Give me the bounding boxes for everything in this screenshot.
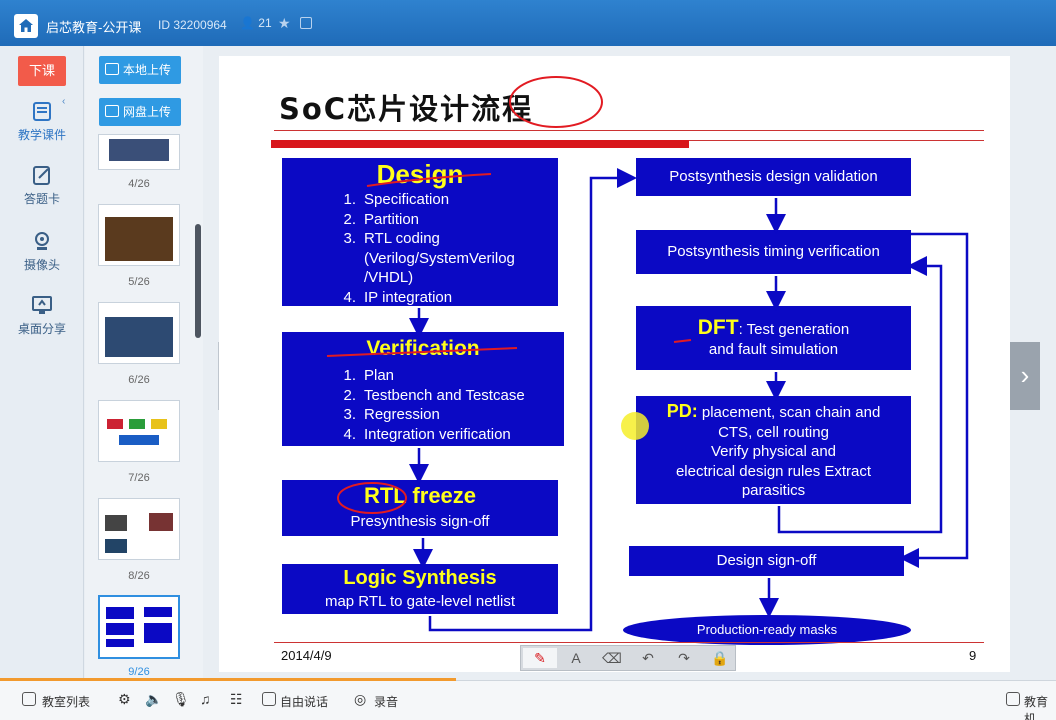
free-talk-button[interactable]: 自由说话	[280, 693, 328, 710]
settings-icon[interactable]: ⚙	[118, 691, 131, 708]
slide-date: 2014/4/9	[281, 648, 332, 663]
left-nav: 下课 ‹ 教学课件 答题卡 摄像头 桌面分享	[0, 46, 84, 680]
app-title: 启芯教育-公开课	[46, 20, 142, 35]
music-icon[interactable]: ♫	[200, 691, 211, 707]
lock-icon[interactable]: 🔒	[703, 648, 737, 668]
room-id: ID 32200964	[158, 18, 227, 32]
eraser-icon[interactable]: ⌫	[595, 648, 629, 668]
nav-item-answer-card[interactable]: 答题卡	[0, 164, 84, 207]
cloud-icon	[105, 105, 119, 117]
redo-icon[interactable]: ↷	[667, 648, 701, 668]
upload-local-label: 本地上传	[123, 63, 172, 77]
slide-thumbnail-label: 4/26	[128, 178, 150, 190]
text-icon[interactable]: A	[559, 648, 593, 668]
screen-share-icon	[32, 296, 52, 314]
slide-thumbnail-label: 7/26	[128, 472, 150, 484]
slide-thumbnail[interactable]	[98, 498, 180, 560]
annotation-toolbar: ✎ A ⌫ ↶ ↷ 🔒	[520, 645, 736, 671]
undo-icon[interactable]: ↶	[631, 648, 665, 668]
title-bar: 启芯教育-公开课 ID 32200964 👤 21 ★	[0, 0, 1056, 46]
slide-thumbnail-label: 9/26	[128, 666, 150, 678]
user-count-value: 21	[258, 16, 272, 30]
mixer-icon[interactable]: ☷	[230, 691, 243, 708]
answer-card-icon	[33, 166, 50, 185]
nav-label-camera: 摄像头	[23, 258, 60, 272]
slide-thumbnail-selected[interactable]	[98, 595, 180, 659]
nav-item-screen-share[interactable]: 桌面分享	[0, 294, 84, 337]
courseware-icon	[33, 102, 51, 121]
slide-thumbnail[interactable]	[98, 204, 180, 266]
upload-local-button[interactable]: 本地上传	[99, 56, 181, 84]
slide-thumbnail-label: 6/26	[128, 374, 150, 386]
upload-icon	[105, 63, 119, 75]
slide-thumbnail[interactable]	[98, 134, 180, 170]
window-icon	[1006, 692, 1020, 706]
upload-cloud-button[interactable]: 网盘上传	[99, 98, 181, 126]
home-icon[interactable]	[14, 14, 38, 38]
slide-thumbnail[interactable]	[98, 302, 180, 364]
slide-thumbnail-label: 5/26	[128, 276, 150, 288]
nav-label-screen-share: 桌面分享	[17, 322, 66, 336]
exit-icon	[22, 692, 36, 706]
presentation-stage: ‹ › SoC芯片设计流程 Design 1.Specification 2.P…	[204, 46, 1056, 680]
record-button[interactable]: 录音	[374, 693, 398, 710]
pen-icon[interactable]: ✎	[523, 648, 557, 668]
nav-item-camera[interactable]: 摄像头	[0, 230, 84, 273]
load-progress-bar	[0, 678, 456, 681]
classroom-list-button[interactable]: 教室列表	[42, 693, 90, 710]
microphone-icon[interactable]: 🎙	[172, 691, 190, 708]
record-icon[interactable]: ◎	[354, 691, 366, 708]
thumbnail-scrollbar[interactable]	[195, 224, 201, 338]
upload-cloud-label: 网盘上传	[123, 105, 172, 119]
camera-icon	[35, 232, 49, 250]
nav-item-courseware[interactable]: 教学课件	[0, 100, 84, 143]
speaker-icon[interactable]: 🔈	[145, 691, 162, 708]
slide-page-number: 9	[969, 648, 977, 663]
slide-thumbnail[interactable]	[98, 400, 180, 462]
footer-rule	[274, 642, 984, 643]
star-icon[interactable]: ★	[278, 15, 291, 32]
end-class-button[interactable]: 下课	[18, 56, 66, 86]
education-label[interactable]: 教育机	[1024, 693, 1056, 720]
bottom-toolbar: 教室列表 ⚙ 🔈 🎙 ♫ ☷ 自由说话 ◎ 录音 教育机	[0, 678, 1056, 720]
slide-thumbnail-label: 8/26	[128, 570, 150, 582]
free-talk-icon	[262, 692, 276, 706]
share-icon[interactable]	[300, 17, 312, 29]
nav-label-courseware: 教学课件	[17, 128, 66, 142]
flow-arrows	[326, 168, 969, 632]
user-count: 👤 21	[240, 16, 272, 30]
slide-thumbnail-panel: 本地上传 网盘上传 4/26 5/26 6/26 7/26 8/26 9/26	[85, 46, 203, 680]
next-slide-button[interactable]: ›	[1010, 342, 1040, 410]
slide-canvas: SoC芯片设计流程 Design 1. Specification 2. Parti…	[219, 56, 1010, 672]
nav-label-answer-card: 答题卡	[23, 192, 60, 206]
